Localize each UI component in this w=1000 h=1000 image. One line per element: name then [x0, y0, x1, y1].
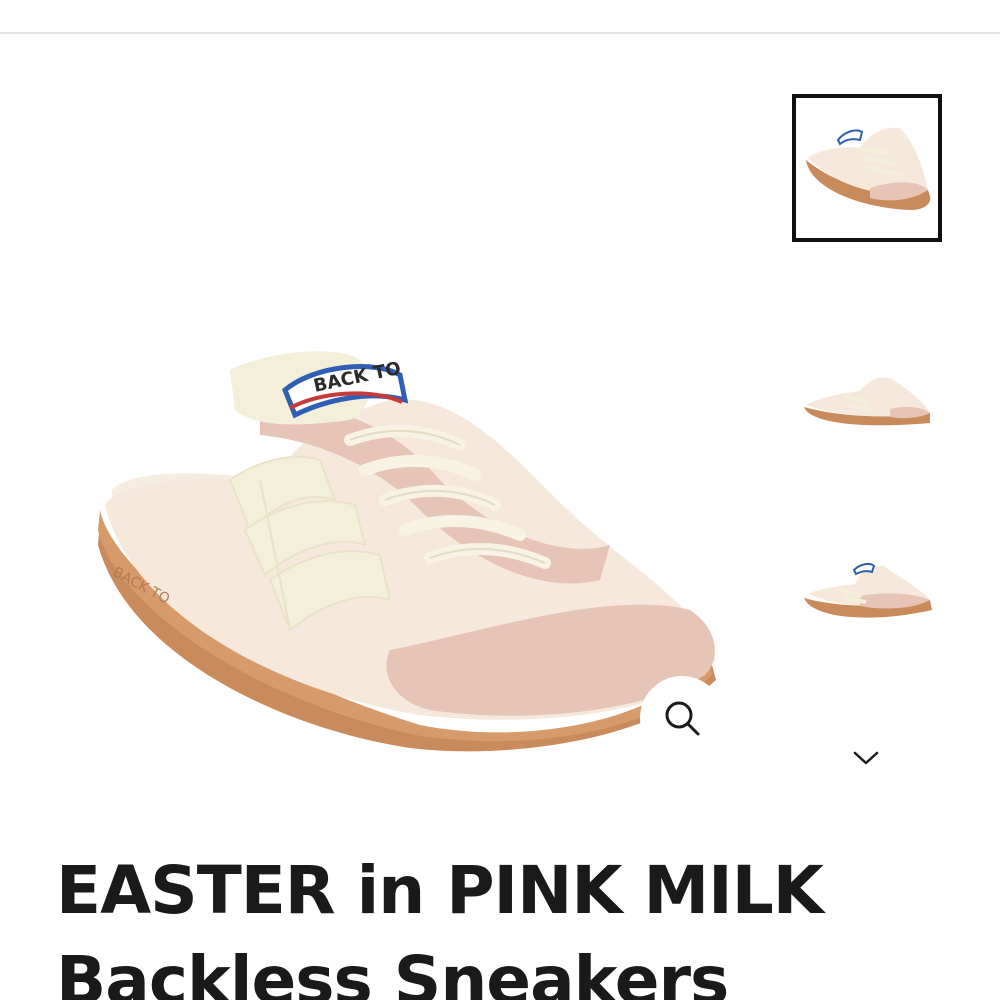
magnifier-icon [665, 701, 700, 736]
thumbnail-2[interactable] [792, 332, 942, 480]
thumbnail-shoe-image [806, 127, 931, 210]
thumbnails-next-button[interactable] [846, 738, 886, 778]
main-product-image[interactable]: BACK TO BACK TO [90, 330, 730, 760]
product-page: BACK TO BACK TO EASTER in PINK MILK Back… [0, 0, 1000, 1000]
thumbnail-1[interactable] [792, 94, 942, 242]
chevron-down-icon [853, 751, 879, 765]
header-divider [0, 32, 1000, 34]
product-title-line2: Backless Sneakers [56, 942, 729, 1000]
product-title: EASTER in PINK MILK Backless Sneakers [56, 846, 956, 1000]
zoom-button[interactable] [640, 676, 724, 760]
thumbnail-shoe-image [804, 562, 932, 618]
sneaker-illustration: BACK TO BACK TO [98, 351, 716, 752]
product-title-line1: EASTER in PINK MILK [56, 852, 824, 929]
thumbnail-shoe-image [804, 377, 930, 426]
thumbnail-3[interactable] [792, 516, 942, 664]
